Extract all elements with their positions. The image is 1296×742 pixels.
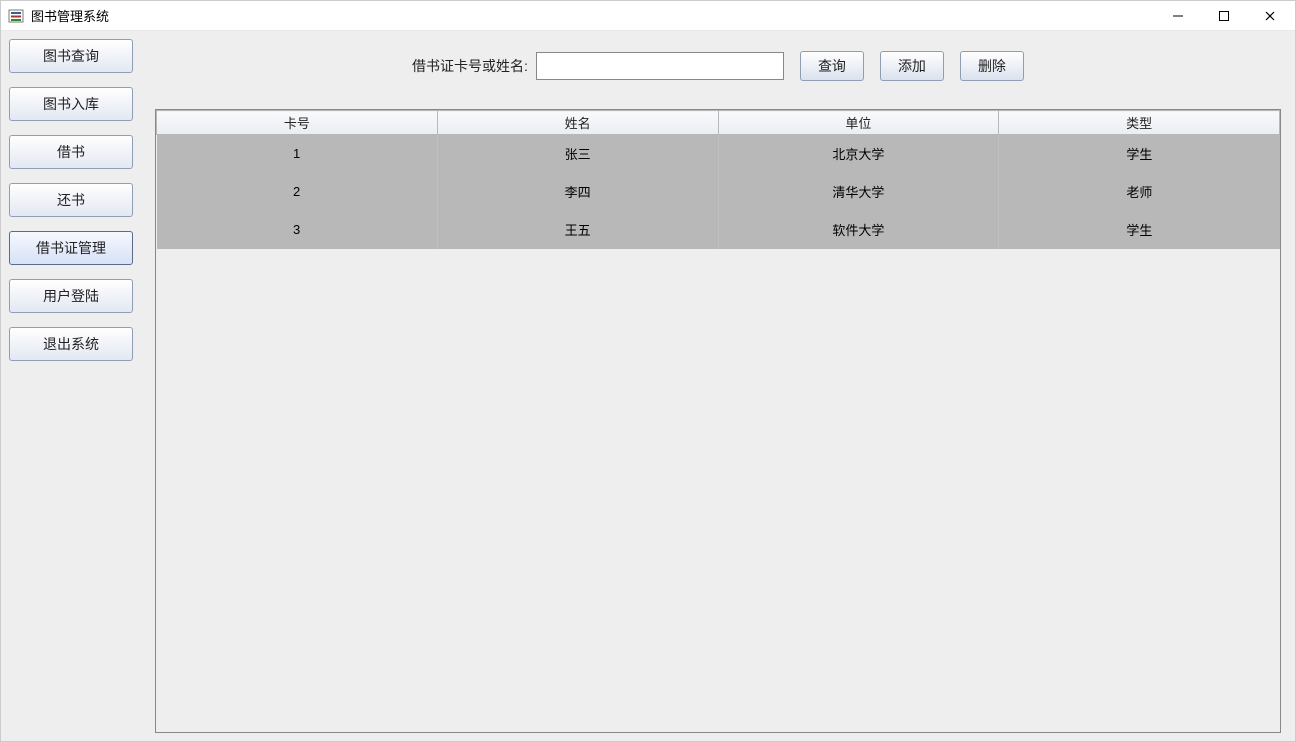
col-card[interactable]: 卡号: [157, 111, 438, 135]
cell-card: 2: [157, 173, 438, 211]
maximize-button[interactable]: [1201, 1, 1247, 30]
search-label: 借书证卡号或姓名:: [412, 56, 528, 76]
search-input[interactable]: [536, 52, 784, 80]
nav-book-query[interactable]: 图书查询: [9, 39, 133, 73]
cell-name: 张三: [437, 135, 718, 173]
cell-card: 1: [157, 135, 438, 173]
cell-unit: 北京大学: [718, 135, 999, 173]
table-empty-area: [156, 249, 1280, 733]
cell-type: 老师: [999, 173, 1280, 211]
window-title: 图书管理系统: [31, 6, 1155, 25]
nav-book-stock[interactable]: 图书入库: [9, 87, 133, 121]
app-window: 图书管理系统 图书查询 图书入库 借书 还书 借书证管理 用户登陆 退出系统: [0, 0, 1296, 742]
nav-return[interactable]: 还书: [9, 183, 133, 217]
add-button[interactable]: 添加: [880, 51, 944, 81]
titlebar[interactable]: 图书管理系统: [1, 1, 1295, 31]
nav-user-login[interactable]: 用户登陆: [9, 279, 133, 313]
delete-button[interactable]: 删除: [960, 51, 1024, 81]
table-row[interactable]: 2 李四 清华大学 老师: [157, 173, 1280, 211]
cell-type: 学生: [999, 211, 1280, 249]
table-row[interactable]: 3 王五 软件大学 学生: [157, 211, 1280, 249]
nav-borrow[interactable]: 借书: [9, 135, 133, 169]
app-icon: [7, 7, 25, 25]
col-name[interactable]: 姓名: [437, 111, 718, 135]
nav-exit[interactable]: 退出系统: [9, 327, 133, 361]
card-table: 卡号 姓名 单位 类型 1 张三 北京大学 学生: [156, 110, 1280, 249]
col-unit[interactable]: 单位: [718, 111, 999, 135]
window-controls: [1155, 1, 1293, 30]
search-bar: 借书证卡号或姓名: 查询 添加 删除: [155, 51, 1281, 81]
query-button[interactable]: 查询: [800, 51, 864, 81]
minimize-button[interactable]: [1155, 1, 1201, 30]
table-header-row: 卡号 姓名 单位 类型: [157, 111, 1280, 135]
cell-card: 3: [157, 211, 438, 249]
sidebar: 图书查询 图书入库 借书 还书 借书证管理 用户登陆 退出系统: [1, 31, 141, 741]
content-area: 图书查询 图书入库 借书 还书 借书证管理 用户登陆 退出系统 借书证卡号或姓名…: [1, 31, 1295, 741]
cell-name: 李四: [437, 173, 718, 211]
cell-unit: 软件大学: [718, 211, 999, 249]
cell-unit: 清华大学: [718, 173, 999, 211]
table-row[interactable]: 1 张三 北京大学 学生: [157, 135, 1280, 173]
nav-card-manage[interactable]: 借书证管理: [9, 231, 133, 265]
main-panel: 借书证卡号或姓名: 查询 添加 删除 卡号 姓名 单位 类型: [141, 31, 1295, 741]
table-container[interactable]: 卡号 姓名 单位 类型 1 张三 北京大学 学生: [155, 109, 1281, 733]
cell-type: 学生: [999, 135, 1280, 173]
cell-name: 王五: [437, 211, 718, 249]
col-type[interactable]: 类型: [999, 111, 1280, 135]
close-button[interactable]: [1247, 1, 1293, 30]
